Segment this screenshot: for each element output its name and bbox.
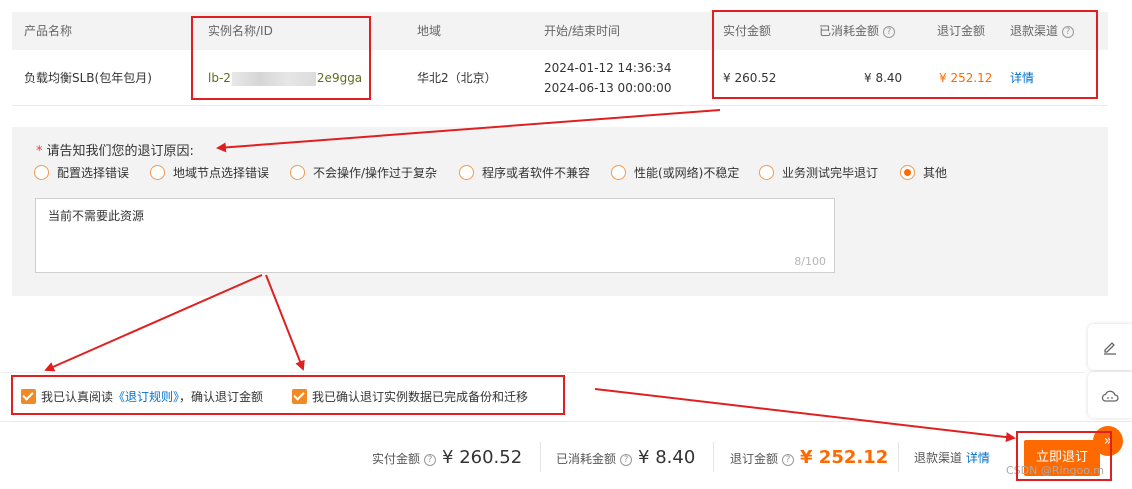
reason-option-label: 性能(或网络)不稳定	[634, 166, 740, 180]
checkbox-checked-icon	[21, 389, 36, 404]
table-header: 产品名称 实例名称/ID 地域 开始/结束时间 实付金额 已消耗金额? 退订金额…	[12, 12, 1108, 50]
reason-title: * 请告知我们您的退订原因:	[36, 140, 194, 159]
expand-icon[interactable]: »	[1093, 426, 1123, 456]
radio-selected-icon	[900, 165, 915, 180]
reason-option[interactable]: 程序或者软件不兼容	[459, 163, 590, 183]
radio-icon	[150, 165, 165, 180]
reason-option[interactable]: 地域节点选择错误	[150, 163, 269, 183]
footer-paid-label: 实付金额	[372, 452, 421, 466]
footer-paid-value: ¥ 260.52	[442, 447, 523, 468]
end-time: 2024-06-13 00:00:00	[544, 81, 672, 95]
col-paid: 实付金额	[723, 24, 772, 38]
divider	[898, 442, 899, 472]
reason-option-label: 其他	[923, 166, 948, 180]
masked-id	[231, 71, 316, 86]
cell-product: 负载均衡SLB(包年包月)	[24, 71, 152, 85]
confirm-rules-after: ，确认退订金额	[179, 390, 264, 404]
footer-refund: 退订金额? ¥ 252.12	[730, 446, 888, 470]
footer-channel-label: 退款渠道	[914, 451, 963, 465]
col-product: 产品名称	[24, 24, 73, 38]
char-counter: 8/100	[794, 255, 826, 268]
radio-icon	[290, 165, 305, 180]
col-consumed-label: 已消耗金额	[819, 24, 880, 38]
footer-consumed-value: ¥ 8.40	[638, 447, 696, 468]
col-refund: 退订金额	[937, 24, 986, 38]
footer-channel-link[interactable]: 详情	[966, 451, 990, 465]
confirm-rules-checkbox[interactable]: 我已认真阅读《退订规则》，确认退订金额	[21, 388, 263, 406]
cell-consumed: ¥ 8.40	[864, 71, 903, 85]
cloud-tool[interactable]	[1088, 372, 1132, 418]
help-icon[interactable]: ?	[620, 453, 633, 466]
reason-option-label: 配置选择错误	[57, 166, 130, 180]
instance-id-prefix: lb-2	[208, 71, 231, 85]
divider	[713, 442, 714, 472]
reason-title-text: 请告知我们您的退订原因:	[46, 144, 194, 159]
divider	[540, 442, 541, 472]
cell-channel-link[interactable]: 详情	[1010, 50, 1034, 106]
col-consumed: 已消耗金额?	[819, 12, 896, 50]
help-icon[interactable]: ?	[782, 453, 795, 466]
confirm-backup-checkbox[interactable]: 我已确认退订实例数据已完成备份和迁移	[292, 388, 528, 406]
col-time: 开始/结束时间	[544, 24, 621, 38]
refund-rules-link[interactable]: 《退订规则》	[113, 390, 179, 404]
help-icon[interactable]: ?	[424, 453, 437, 466]
footer-refund-value: ¥ 252.12	[800, 447, 889, 468]
col-channel-label: 退款渠道	[1010, 24, 1059, 38]
col-region: 地域	[417, 24, 442, 38]
reason-option-label: 程序或者软件不兼容	[482, 166, 591, 180]
radio-icon	[759, 165, 774, 180]
footer-consumed: 已消耗金额? ¥ 8.40	[556, 446, 695, 470]
reason-option-label: 地域节点选择错误	[173, 166, 270, 180]
edit-tool[interactable]	[1088, 324, 1132, 370]
required-mark: *	[36, 144, 43, 159]
reason-option[interactable]: 性能(或网络)不稳定	[611, 163, 739, 183]
cloud-icon	[1101, 390, 1119, 402]
start-time: 2024-01-12 14:36:34	[544, 61, 672, 75]
cell-refund: ¥ 252.12	[939, 71, 993, 85]
refund-page: 产品名称 实例名称/ID 地域 开始/结束时间 实付金额 已消耗金额? 退订金额…	[0, 0, 1132, 489]
reason-option[interactable]: 业务测试完毕退订	[759, 163, 878, 183]
radio-icon	[459, 165, 474, 180]
reason-option[interactable]: 不会操作/操作过于复杂	[290, 163, 437, 183]
reason-textarea[interactable]: 当前不需要此资源 8/100	[35, 198, 835, 273]
cell-instance: lb-2 2e9gga	[208, 50, 362, 106]
reason-section: * 请告知我们您的退订原因: 配置选择错误 地域节点选择错误 不会操作/操作过于复…	[12, 127, 1108, 296]
table-row: 负载均衡SLB(包年包月) lb-2 2e9gga 华北2（北京） 2024-01…	[12, 50, 1108, 106]
footer-bar: 实付金额? ¥ 260.52 已消耗金额? ¥ 8.40 退订金额? ¥ 252.12…	[0, 421, 1132, 489]
col-instance: 实例名称/ID	[208, 24, 273, 38]
cell-region: 华北2（北京）	[417, 71, 497, 85]
reason-option[interactable]: 配置选择错误	[34, 163, 129, 183]
edit-icon	[1104, 341, 1116, 355]
cell-paid: ¥ 260.52	[723, 71, 777, 85]
confirm-rules-before: 我已认真阅读	[41, 390, 114, 404]
reason-text: 当前不需要此资源	[48, 209, 145, 223]
help-icon[interactable]: ?	[883, 25, 896, 38]
reason-option-label: 不会操作/操作过于复杂	[313, 166, 438, 180]
footer-refund-label: 退订金额	[730, 452, 779, 466]
instance-id-suffix: 2e9gga	[316, 71, 363, 85]
cell-time: 2024-01-12 14:36:34 2024-06-13 00:00:00	[544, 50, 671, 106]
confirm-backup-label: 我已确认退订实例数据已完成备份和迁移	[312, 390, 529, 404]
watermark: CSDN @Ringoo.m	[1006, 464, 1104, 477]
radio-icon	[34, 165, 49, 180]
confirm-bar: 我已认真阅读《退订规则》，确认退订金额 我已确认退订实例数据已完成备份和迁移	[0, 372, 1085, 420]
footer-paid: 实付金额? ¥ 260.52	[372, 446, 522, 470]
checkbox-checked-icon	[292, 389, 307, 404]
help-icon[interactable]: ?	[1062, 25, 1075, 38]
footer-consumed-label: 已消耗金额	[556, 452, 617, 466]
reason-option-label: 业务测试完毕退订	[782, 166, 879, 180]
col-channel: 退款渠道?	[1010, 12, 1075, 50]
footer-channel: 退款渠道 详情	[914, 446, 990, 470]
radio-icon	[611, 165, 626, 180]
reason-option-selected[interactable]: 其他	[900, 163, 947, 183]
